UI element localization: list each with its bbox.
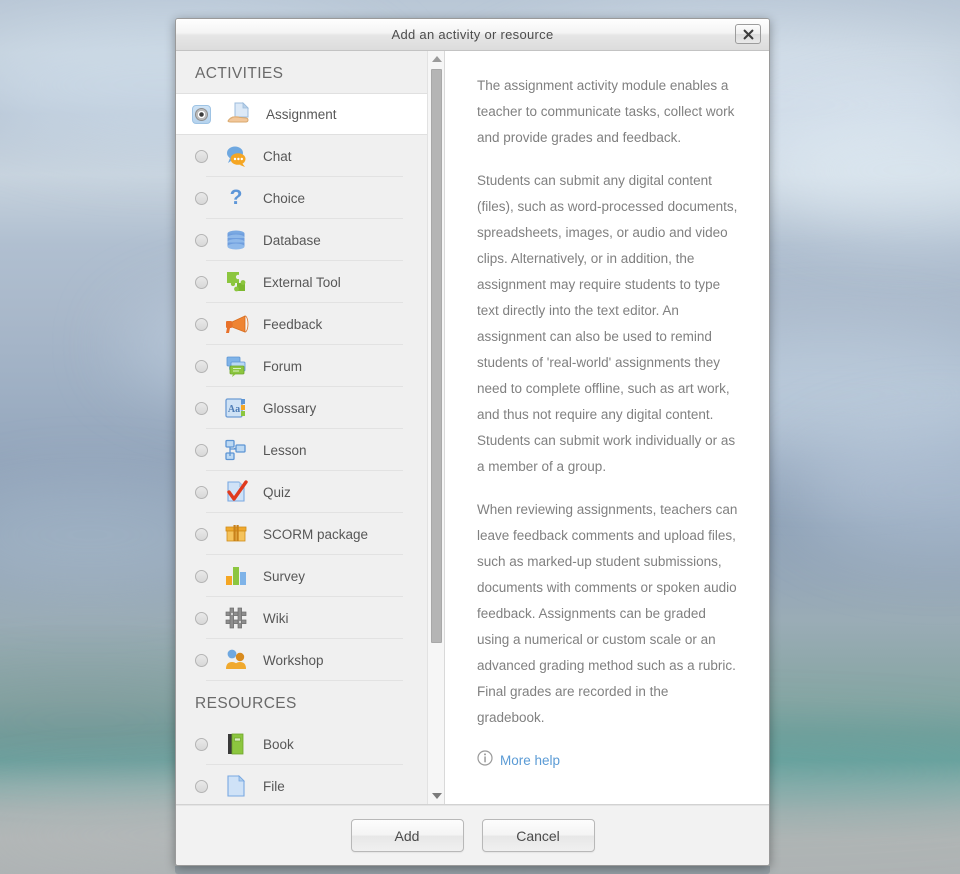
radio-button[interactable] [195, 443, 208, 457]
survey-icon [223, 563, 249, 589]
svg-text:?: ? [230, 186, 243, 209]
chooser-item-survey[interactable]: Survey [176, 555, 427, 597]
dialog-body: ACTIVITIES Assignment Chat ? Choice Data… [176, 51, 769, 805]
quiz-icon [223, 479, 249, 505]
scroll-up-button[interactable] [428, 51, 444, 67]
chooser-item-chat[interactable]: Chat [176, 135, 427, 177]
chooser-scroll-viewport: ACTIVITIES Assignment Chat ? Choice Data… [176, 51, 427, 804]
info-icon [477, 750, 493, 771]
chooser-item-label: External Tool [263, 274, 341, 290]
chooser-item-label: Lesson [263, 442, 307, 458]
chooser-item-quiz[interactable]: Quiz [176, 471, 427, 513]
radio-button[interactable] [195, 653, 208, 667]
chooser-item-label: Glossary [263, 400, 317, 416]
radio-button[interactable] [195, 275, 208, 289]
chooser-item-label: SCORM package [263, 526, 369, 542]
dialog-titlebar: Add an activity or resource [176, 19, 769, 51]
chat-icon [223, 143, 249, 169]
chooser-item-label: Wiki [263, 610, 289, 626]
chooser-item-database[interactable]: Database [176, 219, 427, 261]
forum-icon [223, 353, 249, 379]
radio-button[interactable] [195, 401, 208, 415]
chooser-item-label: Choice [263, 190, 306, 206]
chooser-item-glossary[interactable]: Aa Glossary [176, 387, 427, 429]
radio-button[interactable] [195, 191, 208, 205]
scroll-down-button[interactable] [428, 788, 444, 804]
radio-button[interactable] [195, 149, 208, 163]
choice-icon: ? [223, 185, 249, 211]
chooser-item-label: Workshop [263, 652, 324, 668]
chooser-item-label: Assignment [266, 106, 337, 122]
arrow-down-icon [431, 793, 442, 799]
book-icon [223, 731, 249, 757]
chooser-item-label: Quiz [263, 484, 291, 500]
background-cloud [760, 110, 960, 230]
add-activity-dialog: Add an activity or resource ACTIVITIES A… [175, 18, 770, 866]
description-paragraph: When reviewing assignments, teachers can… [477, 502, 738, 725]
radio-button[interactable] [195, 737, 208, 751]
chooser-item-external-tool[interactable]: External Tool [176, 261, 427, 303]
close-button[interactable] [735, 24, 761, 44]
dialog-title: Add an activity or resource [391, 27, 554, 42]
dialog-footer: Add Cancel [176, 805, 769, 865]
chooser-item-lesson[interactable]: Lesson [176, 429, 427, 471]
external-tool-icon [223, 269, 249, 295]
chooser-item-forum[interactable]: Forum [176, 345, 427, 387]
chooser-item-label: Book [263, 736, 294, 752]
lesson-icon [223, 437, 249, 463]
radio-button[interactable] [195, 611, 208, 625]
chooser-item-wiki[interactable]: Wiki [176, 597, 427, 639]
assignment-icon [226, 101, 252, 127]
group-heading-resources: RESOURCES [176, 681, 427, 723]
chooser-item-label: Survey [263, 568, 306, 584]
description-paragraph: Students can submit any digital content … [477, 173, 738, 474]
chooser-item-label: Chat [263, 148, 292, 164]
workshop-icon [223, 647, 249, 673]
radio-button[interactable] [195, 779, 208, 793]
description-panel: The assignment activity module enables a… [445, 51, 769, 804]
dialog-shadow-strip [175, 866, 770, 874]
chooser-item-label: Database [263, 232, 321, 248]
chooser-item-assignment[interactable]: Assignment [176, 93, 427, 135]
close-icon [743, 29, 754, 40]
radio-button[interactable] [195, 359, 208, 373]
chooser-item-label: File [263, 778, 285, 794]
scorm-icon [223, 521, 249, 547]
chooser-item-label: Forum [263, 358, 303, 374]
wiki-icon [223, 605, 249, 631]
chooser-item-scorm-package[interactable]: SCORM package [176, 513, 427, 555]
glossary-icon: Aa [223, 395, 249, 421]
arrow-up-icon [431, 56, 442, 62]
radio-button[interactable] [195, 485, 208, 499]
chooser-item-choice[interactable]: ? Choice [176, 177, 427, 219]
cancel-button[interactable]: Cancel [481, 819, 595, 852]
chooser-item-workshop[interactable]: Workshop [176, 639, 427, 681]
radio-button-selected[interactable] [192, 104, 211, 124]
chooser-scrollbar[interactable] [427, 51, 444, 804]
add-button[interactable]: Add [350, 819, 464, 852]
group-heading-activities: ACTIVITIES [176, 51, 427, 93]
svg-text:Aa: Aa [228, 404, 240, 415]
chooser-item-file[interactable]: File [176, 765, 427, 804]
chooser-item-book[interactable]: Book [176, 723, 427, 765]
radio-button[interactable] [195, 233, 208, 247]
feedback-icon [223, 311, 249, 337]
scrollbar-thumb[interactable] [431, 69, 442, 643]
database-icon [223, 227, 249, 253]
radio-button[interactable] [195, 569, 208, 583]
more-help-label: More help [500, 753, 561, 768]
more-help-link[interactable]: More help [477, 750, 560, 771]
activity-chooser-panel: ACTIVITIES Assignment Chat ? Choice Data… [176, 51, 445, 804]
background-cloud [790, 430, 960, 550]
chooser-item-label: Feedback [263, 316, 323, 332]
radio-button[interactable] [195, 317, 208, 331]
file-icon [223, 773, 249, 799]
radio-button[interactable] [195, 527, 208, 541]
description-paragraph: The assignment activity module enables a… [477, 78, 735, 145]
chooser-item-feedback[interactable]: Feedback [176, 303, 427, 345]
